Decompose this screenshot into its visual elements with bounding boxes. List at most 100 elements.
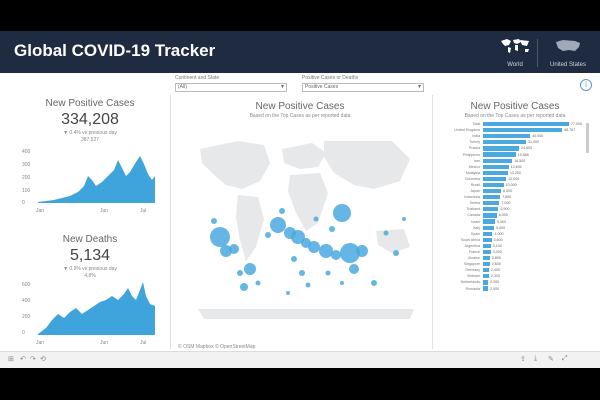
country-name: Philippines [462,152,480,157]
download-icon[interactable]: ⤓ [534,355,537,363]
country-value: 40,000 [532,134,544,139]
country-bar[interactable] [483,268,490,273]
continent-filter[interactable]: Continent and State (All) ▾ [175,75,287,92]
axis-tick-label: Jan [36,208,44,214]
continent-filter-dropdown[interactable]: (All) ▾ [175,83,287,92]
cases-deaths-filter[interactable]: Positive Cases or Deaths Positive Cases … [302,75,424,92]
country-bar[interactable] [483,274,490,279]
country-list-scrollbar[interactable] [586,123,589,153]
country-value: 19,568 [517,152,529,157]
axis-tick-label: 200 [22,314,31,320]
continent-filter-label: Continent and State [175,75,220,81]
country-bar[interactable] [483,140,526,145]
country-bar[interactable] [483,262,490,267]
info-icon[interactable]: i [580,79,592,91]
country-bar[interactable] [483,158,513,163]
country-bar[interactable] [483,146,520,151]
country-bar[interactable] [483,219,496,224]
axis-tick-label: 400 [22,298,31,304]
axis-tick-label: 200 [22,175,31,181]
fullscreen-icon[interactable]: ⤢ [562,355,568,363]
comment-icon[interactable]: ✎ [548,355,554,363]
country-name: Iran [473,158,480,163]
country-bar-row[interactable]: Romania 2,000 [440,286,588,292]
country-bar[interactable] [483,213,497,218]
country-value: 12,000 [508,176,520,181]
country-bar[interactable] [483,207,499,212]
continent-filter-value: (All) [178,84,187,90]
country-bar[interactable] [483,280,489,285]
country-value: 2,600 [491,262,501,267]
world-button[interactable]: World [495,37,535,71]
cases-deaths-filter-label: Positive Cases or Deaths [302,75,359,81]
country-value: 2,000 [490,286,500,291]
country-value: 68,767 [564,128,576,133]
header-separator [537,39,538,67]
axis-tick-label: 0 [22,200,25,206]
country-name: Argentina [464,243,480,248]
country-name: India [472,134,480,139]
axis-tick-label: 600 [22,282,31,288]
country-value: 8,000 [503,189,513,194]
country-value: 13,600 [510,164,522,169]
country-name: Turkey [469,140,480,145]
country-bar[interactable] [483,121,569,127]
country-bar[interactable] [483,286,489,291]
country-bar[interactable] [483,182,504,188]
country-bar[interactable] [483,249,491,255]
country-value: 2,300 [491,274,501,279]
country-bar[interactable] [483,231,493,236]
country-name: Serbia [469,201,480,206]
new-deaths-title: New Deaths [62,234,118,245]
country-bar[interactable] [483,243,491,249]
country-name: Thailand [466,207,480,212]
cases-change-text: ▼ 0.4% vs previous day [63,130,117,136]
world-map-icon [501,39,529,53]
redo-icon[interactable]: ↷ [30,355,36,363]
country-bar[interactable] [483,256,490,261]
country-bar[interactable] [483,170,508,175]
country-bar[interactable] [483,152,516,157]
country-name: France [468,250,480,255]
cases-trend-chart: 400 300 200 100 0 Jan Jun Jul [22,149,155,214]
united-states-button[interactable]: United States [548,37,588,71]
dashboard-header: Global COVID-19 Tracker World United Sta… [0,31,600,73]
country-name: Brazil [471,182,480,187]
country-bar[interactable] [483,134,531,139]
country-name: Russia [469,146,480,151]
new-positive-cases-value: 334,208 [61,111,119,128]
world-label: World [507,62,523,68]
country-name: United Kingdom [454,128,480,133]
new-deaths-value: 5,134 [69,247,111,264]
country-name: South Africa [460,237,480,242]
country-bar[interactable] [483,225,495,230]
map-subtitle: Based on the Top Cases as per reported d… [249,113,351,119]
country-name: Vietnam [466,274,480,279]
country-bar-chart: Total 77,000 United Kingdom 68,767 India 40,0… [440,121,588,292]
undo-icon[interactable]: ↶ [20,355,26,363]
chevron-down-icon: ▾ [417,84,421,90]
country-value: 2,200 [490,280,500,285]
country-bar[interactable] [483,195,501,200]
world-bubble-map[interactable] [178,123,428,345]
country-bar[interactable] [483,237,492,242]
share-icon[interactable]: ⇪ [520,355,526,363]
country-bar[interactable] [483,176,507,181]
deaths-area-series [38,282,155,335]
tableau-toolbar: ⊞ ↶ ↷ ⟲ ⇪ ⤓ ✎ ⤢ [0,351,600,368]
country-bar[interactable] [483,164,509,169]
deaths-trend-chart: 600 400 200 0 Jan Jun Jul [22,282,155,346]
country-name: Israel [471,219,480,224]
us-map-icon [556,40,580,51]
cases-deaths-filter-dropdown[interactable]: Positive Cases ▾ [302,83,424,92]
country-value: 10,000 [505,182,517,187]
country-bar[interactable] [483,128,563,133]
map-attribution: © OSM Mapbox © OpenStreetMap [178,344,256,350]
country-bar[interactable] [483,188,502,194]
new-positive-cases-title: New Positive Cases [45,98,135,109]
axis-tick-label: 300 [22,162,31,168]
revert-icon[interactable]: ⟲ [40,355,46,363]
country-bar[interactable] [483,201,500,206]
dashboard-frame: Global COVID-19 Tracker World United Sta… [0,31,600,368]
country-name: Malaysia [465,170,480,175]
